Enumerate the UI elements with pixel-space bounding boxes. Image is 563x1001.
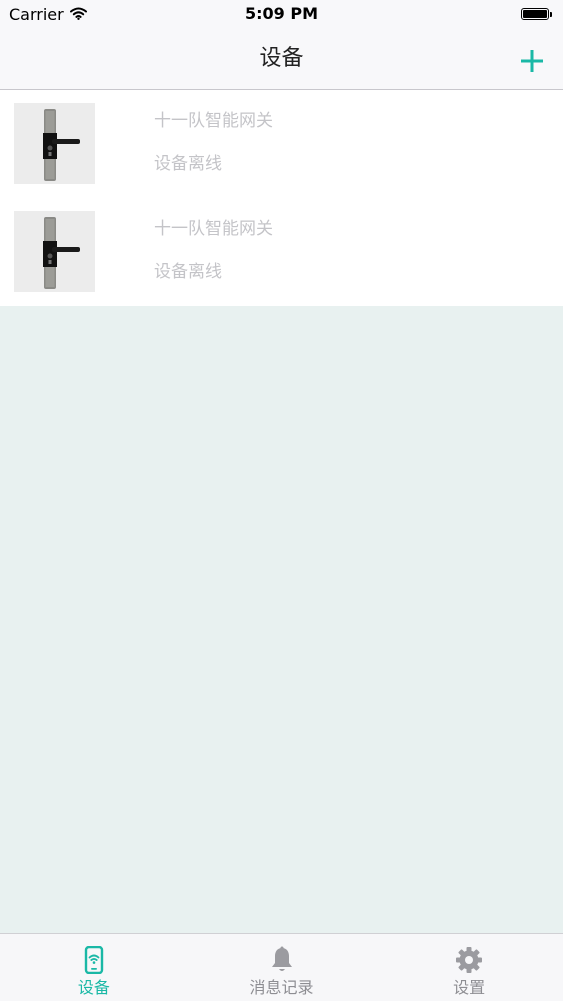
navigation-bar: 设备 xyxy=(0,30,563,90)
page-title: 设备 xyxy=(259,46,304,71)
tab-messages-label: 消息记录 xyxy=(249,978,314,997)
tab-devices-label: 设备 xyxy=(77,978,110,997)
door-lock-image xyxy=(14,103,95,184)
tab-settings-label: 设置 xyxy=(453,978,486,997)
device-name: 十一队智能网关 xyxy=(154,219,273,239)
add-device-button[interactable] xyxy=(520,49,544,73)
tab-settings[interactable]: 设置 xyxy=(375,934,563,1001)
battery-cap xyxy=(550,11,552,17)
device-row[interactable]: 十一队智能网关 设备离线 xyxy=(0,198,563,306)
device-status: 设备离线 xyxy=(154,262,222,282)
tab-devices[interactable]: 设备 xyxy=(0,934,188,1001)
status-bar: Carrier 5:09 PM xyxy=(0,0,563,30)
door-lock-image xyxy=(14,211,95,292)
plus-icon xyxy=(521,50,543,72)
gear-icon xyxy=(456,947,483,973)
device-name: 十一队智能网关 xyxy=(154,111,273,131)
status-time: 5:09 PM xyxy=(244,4,318,23)
bell-icon xyxy=(271,946,292,971)
device-status: 设备离线 xyxy=(154,154,222,174)
battery-fill xyxy=(523,10,547,18)
device-list: 十一队智能网关 设备离线 十一队智能网关 设备离线 xyxy=(0,90,563,306)
tab-messages[interactable]: 消息记录 xyxy=(188,934,376,1001)
tab-bar: 设备 消息记录 设置 xyxy=(0,933,563,1001)
device-thumbnail xyxy=(14,211,95,292)
battery-icon xyxy=(521,7,553,21)
phone-wifi-icon xyxy=(84,946,104,974)
battery-body xyxy=(521,8,549,20)
device-row[interactable]: 十一队智能网关 设备离线 xyxy=(0,90,563,198)
device-thumbnail xyxy=(14,103,95,184)
